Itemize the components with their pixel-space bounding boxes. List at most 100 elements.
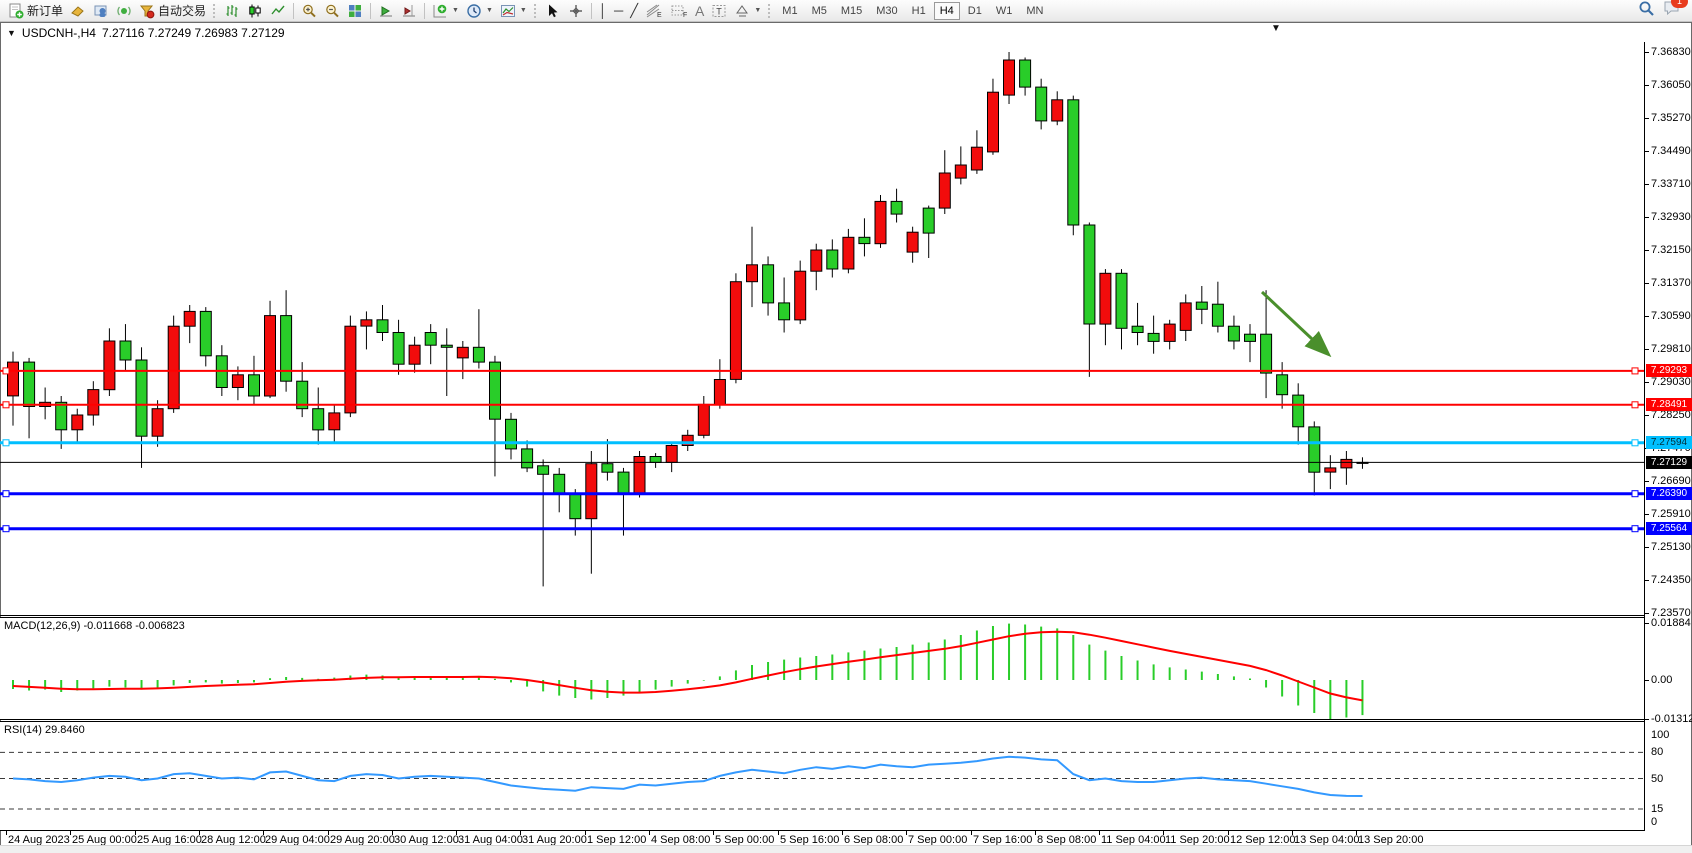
candle-body: [1341, 459, 1352, 468]
text-button[interactable]: A: [692, 1, 707, 21]
chat-button[interactable]: 1: [1663, 0, 1681, 21]
line-chart-button[interactable]: [267, 1, 289, 21]
candle-body: [184, 311, 195, 326]
time-tick-mark: [906, 831, 907, 835]
candle-body: [265, 316, 276, 396]
candle-body: [1325, 468, 1336, 472]
macd-label: MACD(12,26,9) -0.011668 -0.006823: [4, 620, 185, 632]
templates-button[interactable]: ▼: [497, 1, 530, 21]
new-order-button[interactable]: 新订单: [5, 1, 66, 21]
zoom-in-icon: [301, 3, 317, 19]
line-anchor[interactable]: [3, 368, 9, 374]
periods-icon: [466, 3, 482, 19]
cursor-button[interactable]: [542, 1, 564, 21]
indicators-button[interactable]: ▼: [429, 1, 462, 21]
line-anchor[interactable]: [3, 526, 9, 532]
time-tick-mark: [520, 831, 521, 835]
chart-title-bar[interactable]: ▼ USDCNH-,H4 7.27116 7.27249 7.26983 7.2…: [1, 23, 1690, 42]
alerts-button[interactable]: [113, 1, 135, 21]
candle-body: [473, 347, 484, 362]
candle-body: [441, 345, 452, 347]
indicators-icon: [432, 3, 448, 19]
panel-divider: [0, 615, 1645, 616]
line-anchor[interactable]: [1632, 526, 1638, 532]
chevron-down-icon[interactable]: ▼: [452, 7, 459, 14]
toolbar-right: 1: [1638, 0, 1687, 22]
candle-body: [811, 250, 822, 271]
time-tick-mark: [649, 831, 650, 835]
crosshair-button[interactable]: [565, 1, 587, 21]
label-button[interactable]: T: [708, 1, 730, 21]
line-anchor[interactable]: [3, 491, 9, 497]
line-anchor[interactable]: [3, 402, 9, 408]
candle-body: [104, 341, 115, 390]
price-tick-mark: [1645, 217, 1649, 218]
chevron-down-icon[interactable]: ▼: [486, 7, 493, 14]
candle-body: [24, 362, 35, 406]
candle-body: [650, 457, 661, 463]
tile-windows-icon: [347, 3, 363, 19]
timeframe-h1[interactable]: H1: [906, 2, 932, 20]
candle-body: [1261, 334, 1272, 373]
timeframe-m1[interactable]: M1: [776, 2, 803, 20]
timeframe-m5[interactable]: M5: [806, 2, 833, 20]
market-watch-button[interactable]: [90, 1, 112, 21]
candlestick-chart-button[interactable]: [244, 1, 266, 21]
trendline-button[interactable]: ╱: [627, 1, 641, 21]
shapes-button[interactable]: ▼: [731, 1, 764, 21]
label-icon: T: [711, 3, 727, 19]
candle-body: [168, 326, 179, 409]
line-anchor[interactable]: [1632, 491, 1638, 497]
bar-chart-button[interactable]: [221, 1, 243, 21]
autoscroll-button[interactable]: [375, 1, 397, 21]
cursor-icon: [545, 3, 561, 19]
time-tick-mark: [6, 831, 7, 835]
line-anchor[interactable]: [1632, 440, 1638, 446]
chart-shift-button[interactable]: [398, 1, 420, 21]
candle-body: [747, 265, 758, 282]
candle-body: [859, 237, 870, 243]
fibonacci-button[interactable]: E: [642, 1, 666, 21]
price-tick-label: 7.33710: [1651, 178, 1691, 190]
grid-button[interactable]: F: [667, 1, 691, 21]
horizontal-line-button[interactable]: ─: [611, 1, 626, 21]
zoom-in-button[interactable]: [298, 1, 320, 21]
price-tick-label: 7.31370: [1651, 277, 1691, 289]
timeframe-mn[interactable]: MN: [1020, 2, 1049, 20]
line-anchor[interactable]: [1632, 368, 1638, 374]
horizontal-line-icon: ─: [614, 1, 623, 21]
price-tick-mark: [1645, 382, 1649, 383]
price-line-badge: 7.25564: [1646, 522, 1692, 535]
rsi-axis-label: 80: [1651, 746, 1663, 758]
price-line-badge: 7.27594: [1646, 436, 1692, 449]
candle-body: [1180, 303, 1191, 331]
chevron-down-icon[interactable]: ▼: [754, 7, 761, 14]
rsi-label: RSI(14) 29.8460: [4, 724, 85, 736]
candle-body: [1228, 326, 1239, 341]
svg-text:E: E: [657, 12, 662, 19]
line-anchor[interactable]: [1632, 402, 1638, 408]
chevron-down-icon[interactable]: ▼: [520, 7, 527, 14]
candle-body: [345, 326, 356, 413]
vertical-line-button[interactable]: │: [596, 1, 610, 21]
periods-button[interactable]: ▼: [463, 1, 496, 21]
time-tick-mark: [456, 831, 457, 835]
history-button[interactable]: [67, 1, 89, 21]
timeframe-w1[interactable]: W1: [990, 2, 1019, 20]
line-anchor[interactable]: [3, 440, 9, 446]
candle-body: [955, 165, 966, 178]
search-icon[interactable]: [1638, 0, 1655, 22]
chart-menu-icon[interactable]: ▼: [7, 28, 16, 38]
chart-shift-marker[interactable]: ▼: [1271, 23, 1281, 34]
timeframe-m30[interactable]: M30: [870, 2, 903, 20]
price-tick-label: 7.34490: [1651, 145, 1691, 157]
autotrading-button[interactable]: 自动交易: [136, 1, 209, 21]
timeframe-h4[interactable]: H4: [934, 2, 960, 20]
tile-windows-button[interactable]: [344, 1, 366, 21]
timeframe-d1[interactable]: D1: [962, 2, 988, 20]
zoom-out-button[interactable]: [321, 1, 343, 21]
price-line-badge: 7.29293: [1646, 364, 1692, 377]
timeframe-m15[interactable]: M15: [835, 2, 868, 20]
candle-body: [602, 464, 613, 473]
candle-body: [1036, 87, 1047, 121]
